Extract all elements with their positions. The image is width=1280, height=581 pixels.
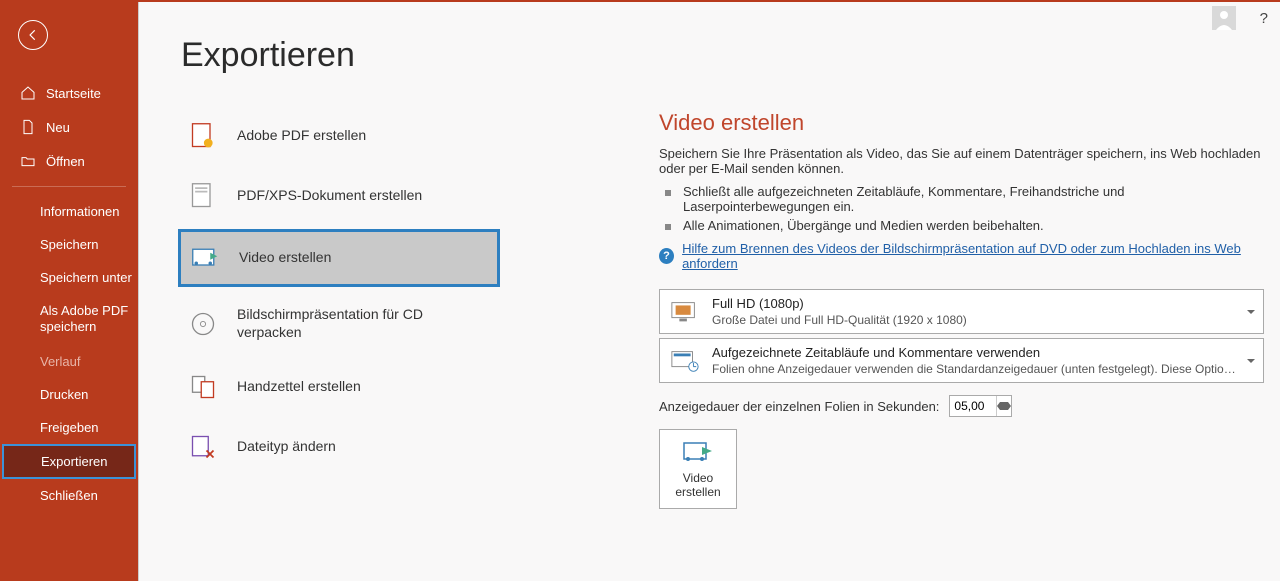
help-link[interactable]: Hilfe zum Brennen des Videos der Bildsch… [682, 241, 1264, 271]
sidebar-item-open[interactable]: Öffnen [0, 144, 138, 178]
panel-bullet: Schließt alle aufgezeichneten Zeitabläuf… [659, 184, 1264, 214]
export-change-filetype[interactable]: Dateityp ändern [179, 421, 499, 473]
quality-dropdown[interactable]: Full HD (1080p) Große Datei und Full HD-… [659, 289, 1264, 334]
sidebar-label: Neu [46, 120, 70, 135]
export-label: Handzettel erstellen [237, 378, 361, 396]
pdf-icon [189, 122, 217, 150]
sidebar-item-save[interactable]: Speichern [0, 228, 138, 261]
export-label: PDF/XPS-Dokument erstellen [237, 187, 422, 205]
create-video-button[interactable]: Video erstellen [659, 429, 737, 509]
timings-sub: Folien ohne Anzeigedauer verwenden die S… [712, 362, 1239, 376]
sidebar-item-saveas[interactable]: Speichern unter [0, 261, 138, 294]
export-handouts[interactable]: Handzettel erstellen [179, 361, 499, 413]
help-info-icon: ? [659, 248, 674, 264]
sidebar-label: Freigeben [40, 420, 99, 435]
account-avatar[interactable] [1212, 6, 1236, 30]
quality-title: Full HD (1080p) [712, 296, 1239, 311]
panel-intro: Speichern Sie Ihre Präsentation als Vide… [659, 146, 1264, 176]
cd-icon [189, 310, 217, 338]
export-create-video[interactable]: Video erstellen [179, 230, 499, 286]
export-options-list: Adobe PDF erstellen PDF/XPS-Dokument ers… [179, 110, 499, 481]
filetype-icon [189, 433, 217, 461]
spinner-down[interactable] [997, 406, 1011, 416]
export-adobe-pdf[interactable]: Adobe PDF erstellen [179, 110, 499, 162]
sidebar-item-info[interactable]: Informationen [0, 195, 138, 228]
sidebar-label: Informationen [40, 204, 120, 219]
duration-input[interactable] [950, 397, 996, 415]
arrow-left-icon [26, 28, 40, 42]
handouts-icon [189, 373, 217, 401]
sidebar-item-new[interactable]: Neu [0, 110, 138, 144]
sidebar-label: Als Adobe PDF speichern [40, 303, 138, 336]
document-icon [20, 119, 36, 135]
monitor-icon [670, 300, 700, 324]
back-button[interactable] [18, 20, 48, 50]
export-label: Bildschirmpräsentation für CD verpacken [237, 306, 489, 341]
export-pdf-xps[interactable]: PDF/XPS-Dokument erstellen [179, 170, 499, 222]
video-icon [191, 244, 219, 272]
sidebar-item-close[interactable]: Schließen [0, 479, 138, 512]
help-button[interactable]: ? [1252, 10, 1276, 27]
pdfxps-icon [189, 182, 217, 210]
sidebar-item-history[interactable]: Verlauf [0, 345, 138, 378]
sidebar-item-home[interactable]: Startseite [0, 76, 138, 110]
sidebar-label: Verlauf [40, 354, 80, 369]
sidebar-item-share[interactable]: Freigeben [0, 411, 138, 444]
export-label: Adobe PDF erstellen [237, 127, 366, 145]
spinner-up[interactable] [997, 396, 1011, 406]
chevron-down-icon [1247, 359, 1255, 363]
timings-icon [670, 349, 700, 373]
create-video-icon [682, 439, 714, 465]
sidebar-item-print[interactable]: Drucken [0, 378, 138, 411]
timings-title: Aufgezeichnete Zeitabläufe und Kommentar… [712, 345, 1239, 360]
duration-spinner[interactable] [949, 395, 1012, 417]
sidebar-label: Speichern [40, 237, 99, 252]
sidebar-item-adobepdf[interactable]: Als Adobe PDF speichern [0, 294, 138, 345]
main-content: ? Exportieren Adobe PDF erstellen PDF/XP… [138, 2, 1280, 581]
export-package-cd[interactable]: Bildschirmpräsentation für CD verpacken [179, 294, 499, 353]
panel-heading: Video erstellen [659, 110, 1264, 136]
sidebar-label: Drucken [40, 387, 88, 402]
user-icon [1212, 6, 1236, 30]
duration-label: Anzeigedauer der einzelnen Folien in Sek… [659, 399, 939, 414]
export-label: Dateityp ändern [237, 438, 336, 456]
sidebar-label: Speichern unter [40, 270, 132, 285]
chevron-down-icon [1247, 310, 1255, 314]
sidebar-label: Exportieren [41, 454, 107, 469]
quality-sub: Große Datei und Full HD-Qualität (1920 x… [712, 313, 1239, 327]
panel-bullet: Alle Animationen, Übergänge und Medien w… [659, 218, 1264, 233]
sidebar-label: Öffnen [46, 154, 85, 169]
folder-open-icon [20, 153, 36, 169]
sidebar-label: Startseite [46, 86, 101, 101]
export-label: Video erstellen [239, 249, 331, 267]
sidebar-label: Schließen [40, 488, 98, 503]
timings-dropdown[interactable]: Aufgezeichnete Zeitabläufe und Kommentar… [659, 338, 1264, 383]
video-create-panel: Video erstellen Speichern Sie Ihre Präse… [659, 110, 1264, 509]
backstage-sidebar: Startseite Neu Öffnen Informationen Spei… [0, 0, 138, 581]
page-title: Exportieren [181, 36, 1280, 75]
sidebar-item-export[interactable]: Exportieren [2, 444, 136, 479]
home-icon [20, 85, 36, 101]
create-video-label: Video erstellen [660, 471, 736, 500]
